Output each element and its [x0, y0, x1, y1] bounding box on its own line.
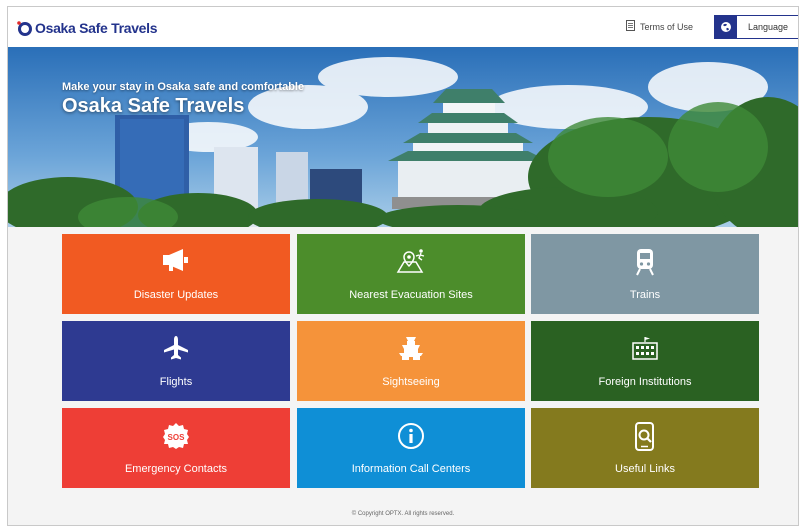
tile-foreign-institutions[interactable]: Foreign Institutions [531, 321, 759, 401]
language-button[interactable]: Language [714, 15, 798, 39]
tile-label: Disaster Updates [133, 289, 219, 301]
terms-of-use-label: Terms of Use [640, 21, 694, 32]
tile-label: Trains [629, 289, 661, 301]
megaphone-icon [62, 248, 290, 272]
logo[interactable]: Osaka Safe Travels [16, 19, 158, 37]
tile-sightseeing[interactable]: Sightseeing [297, 321, 525, 401]
tile-label: Sightseeing [382, 376, 440, 388]
hero-banner: Make your stay in Osaka safe and comfort… [8, 47, 798, 227]
phone-search-icon [531, 422, 759, 452]
hero-image [8, 47, 798, 227]
tile-trains[interactable]: Trains [531, 234, 759, 314]
hero-title: Osaka Safe Travels [62, 95, 245, 117]
svg-text:SOS: SOS [168, 433, 186, 442]
tile-label: Useful Links [615, 463, 675, 475]
hero-subtitle: Make your stay in Osaka safe and comfort… [62, 81, 305, 93]
copyright-text: © Copyright OPTX. All rights reserved. [351, 511, 455, 517]
evacuation-map-icon [297, 248, 525, 274]
globe-icon [715, 16, 737, 38]
page-frame: Osaka Safe Travels Terms of Use Language… [7, 6, 799, 526]
tile-label: Nearest Evacuation Sites [349, 289, 473, 301]
info-icon [297, 422, 525, 450]
footer: © Copyright OPTX. All rights reserved. [8, 503, 798, 525]
tile-nearest-evacuation-sites[interactable]: Nearest Evacuation Sites [297, 234, 525, 314]
embassy-icon [531, 335, 759, 361]
tile-label: Information Call Centers [351, 463, 471, 475]
tile-label: Emergency Contacts [124, 463, 228, 475]
train-icon [531, 248, 759, 276]
sos-icon: SOS [62, 422, 290, 450]
tile-useful-links[interactable]: Useful Links [531, 408, 759, 488]
tile-label: Flights [159, 376, 193, 388]
tile-flights[interactable]: Flights [62, 321, 290, 401]
language-label: Language [747, 22, 789, 32]
tile-disaster-updates[interactable]: Disaster Updates [62, 234, 290, 314]
logo-mark-icon [16, 19, 34, 37]
terms-of-use-link[interactable]: Terms of Use [626, 20, 693, 33]
logo-text: Osaka Safe Travels [35, 20, 158, 36]
tile-emergency-contacts[interactable]: SOS Emergency Contacts [62, 408, 290, 488]
airplane-icon [62, 335, 290, 361]
castle-icon [297, 335, 525, 361]
tile-information-call-centers[interactable]: Information Call Centers [297, 408, 525, 488]
header: Osaka Safe Travels Terms of Use Language [8, 7, 798, 47]
tile-label: Foreign Institutions [598, 376, 692, 388]
document-icon [626, 20, 635, 33]
